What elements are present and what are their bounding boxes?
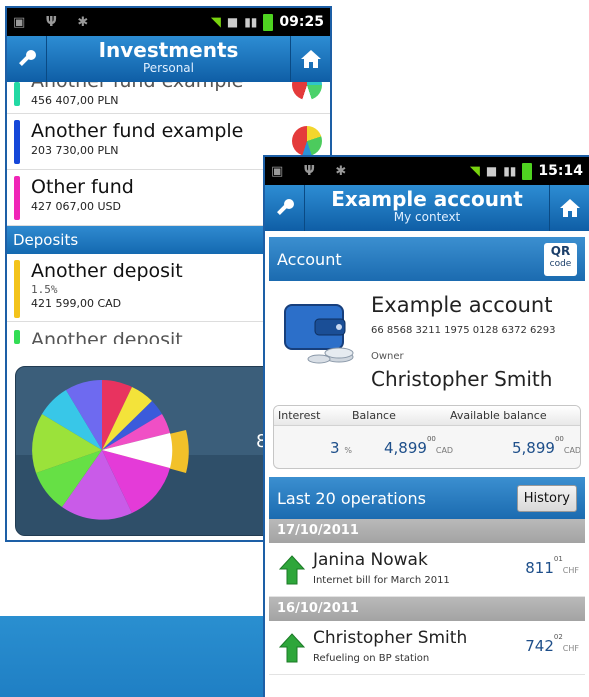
- operation-name: Christopher Smith: [313, 628, 468, 648]
- balance-header: Interest Balance Available balance: [274, 406, 580, 426]
- signal-icon: ▮▮: [244, 15, 258, 29]
- fund-pie-icon: [292, 82, 322, 100]
- status-bar: ▣ Ψ ✱ ◥ ■ ▮▮ 15:14: [265, 157, 589, 185]
- interest-value: 3 %: [330, 439, 352, 457]
- fund-name: Another fund example: [31, 120, 244, 142]
- notification-icons: ▣ Ψ ✱: [13, 14, 97, 30]
- portfolio-pie-chart: [32, 380, 189, 520]
- qr-code-button[interactable]: QR code: [544, 242, 577, 276]
- clock: 15:14: [538, 163, 583, 179]
- operation-amount: 74202CHF: [525, 633, 579, 655]
- wallet-icon: [284, 304, 354, 364]
- title-bar: Example account My context: [265, 185, 589, 231]
- sd-card-icon: ■: [485, 164, 498, 178]
- account-name: Example account: [371, 293, 553, 317]
- operation-amount: 81101CHF: [525, 555, 579, 577]
- fund-name: Another fund example: [31, 82, 243, 92]
- home-icon[interactable]: [290, 36, 330, 82]
- battery-icon: [522, 162, 533, 180]
- balance-value: 4,89900CAD: [384, 435, 454, 457]
- history-button[interactable]: History: [516, 484, 577, 512]
- operation-row[interactable]: Christopher Smith Refueling on BP statio…: [269, 621, 585, 675]
- operation-date-header: 17/10/2011: [269, 519, 585, 543]
- page-title: Investments: [98, 38, 239, 62]
- key-icon[interactable]: [7, 36, 47, 82]
- title-bar: Investments Personal: [7, 36, 330, 82]
- available-balance-value: 5,89900CAD: [512, 435, 581, 457]
- qr-label: QR: [550, 243, 571, 258]
- notification-icons: ▣ Ψ ✱: [271, 163, 355, 179]
- account-section-header: Account QR code: [269, 237, 585, 281]
- balance-values: 3 % 4,89900CAD 5,89900CAD: [274, 426, 581, 468]
- qr-code-label: code: [549, 258, 572, 269]
- fund-color-bar: [14, 176, 20, 220]
- operation-description: Internet bill for March 2011: [313, 575, 450, 586]
- fund-color-bar: [14, 82, 20, 106]
- list-item[interactable]: Another fund example 456 407,00 PLN: [7, 82, 330, 114]
- arrow-up-icon: [279, 555, 305, 585]
- sd-card-icon: ■: [226, 15, 239, 29]
- page-subtitle: Personal: [142, 61, 194, 75]
- home-icon[interactable]: [549, 185, 589, 231]
- page-subtitle: My context: [393, 210, 461, 224]
- available-balance-column-label: Available balance: [450, 409, 547, 422]
- deposit-color-bar: [14, 260, 20, 318]
- account-details: Example account 66 8568 3211 1975 0128 6…: [265, 281, 589, 405]
- owner-name: Christopher Smith: [371, 367, 553, 391]
- signal-icon: ▮▮: [503, 164, 517, 178]
- wifi-icon: ◥: [210, 14, 221, 30]
- account-section-label: Account: [277, 249, 342, 269]
- interest-column-label: Interest: [278, 409, 321, 422]
- status-bar: ▣ Ψ ✱ ◥ ■ ▮▮ 09:25: [7, 8, 330, 36]
- page-title: Example account: [331, 187, 523, 211]
- battery-icon: [263, 13, 274, 31]
- balance-column-label: Balance: [352, 409, 396, 422]
- operations-section-header: Last 20 operations History: [269, 477, 585, 519]
- deposit-name: Another deposit: [31, 329, 183, 344]
- fund-amount: 456 407,00 PLN: [31, 94, 119, 107]
- phone-account-screen: ▣ Ψ ✱ ◥ ■ ▮▮ 15:14 Example account My co…: [263, 155, 589, 697]
- key-icon[interactable]: [265, 185, 305, 231]
- operation-row[interactable]: Janina Nowak Internet bill for March 201…: [269, 543, 585, 597]
- balance-box: Interest Balance Available balance 3 % 4…: [273, 405, 581, 469]
- fund-color-bar: [14, 120, 20, 164]
- operation-description: Refueling on BP station: [313, 653, 430, 664]
- owner-label: Owner: [371, 351, 404, 362]
- operations-label: Last 20 operations: [277, 488, 427, 508]
- operation-date-header: 16/10/2011: [269, 597, 585, 621]
- clock: 09:25: [279, 14, 324, 30]
- deposit-color-bar: [14, 330, 20, 344]
- fund-pie-icon: [292, 126, 322, 156]
- operation-name: Janina Nowak: [313, 550, 428, 570]
- account-number: 66 8568 3211 1975 0128 6372 6293: [371, 325, 556, 336]
- wifi-icon: ◥: [469, 163, 480, 179]
- arrow-up-icon: [279, 633, 305, 663]
